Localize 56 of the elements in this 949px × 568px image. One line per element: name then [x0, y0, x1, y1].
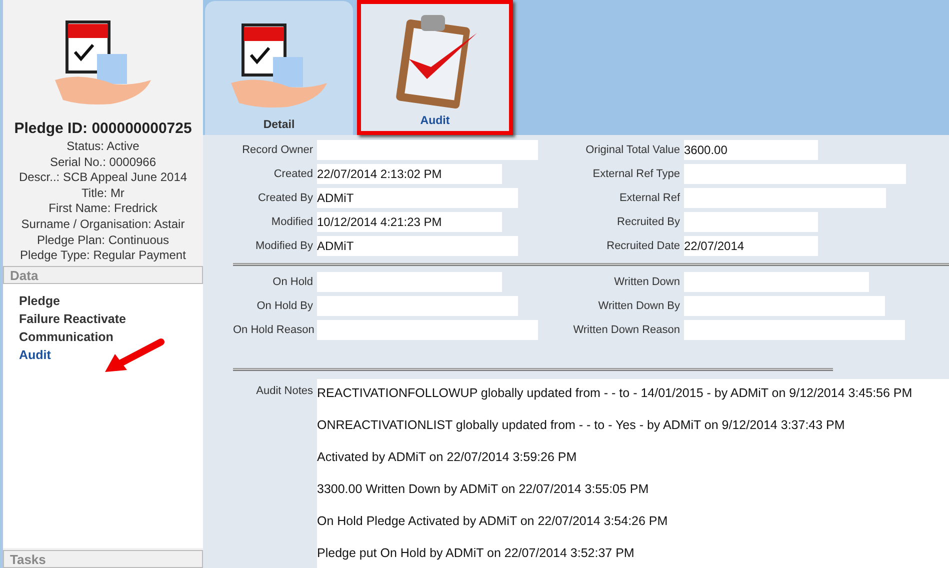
input-field[interactable]: ADMiT	[317, 188, 518, 208]
field-label: Created By	[256, 192, 313, 204]
field-label: Modified	[270, 216, 313, 228]
input-field[interactable]	[684, 296, 885, 316]
nav-link[interactable]: Audit	[19, 346, 51, 364]
field-label: Recruited Date	[606, 240, 680, 252]
field-label: On Hold	[272, 276, 313, 288]
pledge-detail: Surname / Organisation: Astair	[20, 216, 186, 233]
field-label: Record Owner	[241, 144, 313, 156]
input-field[interactable]	[317, 272, 502, 292]
pledge-detail: Pledge Plan: Continuous	[36, 232, 170, 248]
input-field[interactable]	[317, 296, 518, 316]
field-label: On Hold Reason	[233, 324, 313, 336]
field-label: Modified By	[254, 240, 313, 252]
pledge-detail: Pledge Type: Regular Payment	[19, 248, 187, 264]
field-label: External Ref	[618, 192, 680, 204]
input-field[interactable]	[684, 272, 869, 292]
pledge-detail: First Name: Fredrick	[48, 201, 158, 217]
section-header: Tasks	[3, 550, 203, 568]
pledge-detail: Descr..: SCB Appeal June 2014	[18, 170, 188, 186]
pledge-detail: Status: Active	[66, 139, 140, 155]
input-field[interactable]	[684, 164, 906, 184]
audit-note: Pledge put On Hold by ADMiT on 22/07/2014 3:52:37 PM	[317, 545, 636, 562]
field-label: On Hold By	[256, 300, 313, 312]
field-label: External Ref Type	[592, 168, 680, 180]
pledge-detail: Title: Mr	[80, 186, 126, 202]
nav-link[interactable]: Failure Reactivate	[19, 310, 126, 328]
field-label: Recruited By	[616, 216, 680, 228]
field-label: Written Down	[613, 276, 680, 288]
input-field[interactable]: 22/07/2014 2:13:02 PM	[317, 164, 502, 184]
input-field[interactable]: ADMiT	[317, 236, 518, 256]
input-field[interactable]: 3600.00	[684, 140, 818, 160]
audit-note: 3300.00 Written Down by ADMiT on 22/07/2014 3:55:05 PM	[317, 481, 650, 498]
tab[interactable]: Detail	[205, 1, 353, 135]
field-label: Original Total Value	[584, 144, 680, 156]
input-field[interactable]	[684, 320, 905, 340]
audit-note: REACTIVATIONFOLLOWUP globally updated from - - to - 14/01/2015 - by ADMiT on 9/12/2014 3:45:56 PM	[317, 385, 914, 402]
field-label: Written Down Reason	[572, 324, 680, 336]
nav-link[interactable]: Communication	[19, 328, 114, 346]
field-label: Written Down By	[597, 300, 680, 312]
field-label: Created	[272, 168, 313, 180]
pledge-detail: Serial No.: 0000966	[48, 154, 158, 170]
input-field[interactable]	[317, 140, 538, 160]
audit-note: ONREACTIVATIONLIST globally updated from - - to - Yes - by ADMiT on 9/12/2014 3:37:43 PM	[317, 417, 846, 434]
input-field[interactable]	[684, 212, 818, 232]
nav-link[interactable]: Pledge	[19, 292, 60, 310]
pledge-id: Pledge ID: 000000000725	[13, 120, 193, 137]
audit-note: On Hold Pledge Activated by ADMiT on 22/07/2014 3:54:26 PM	[317, 513, 669, 530]
input-field[interactable]	[684, 188, 886, 208]
audit-note: Activated by ADMiT on 22/07/2014 3:59:26 PM	[317, 449, 578, 466]
section-header: Data	[3, 266, 203, 284]
input-field[interactable]	[317, 320, 538, 340]
input-field[interactable]: 10/12/2014 4:21:23 PM	[317, 212, 502, 232]
field-label: Audit Notes	[255, 384, 313, 399]
tab[interactable]: Audit	[357, 0, 513, 135]
input-field[interactable]: 22/07/2014	[684, 236, 818, 256]
